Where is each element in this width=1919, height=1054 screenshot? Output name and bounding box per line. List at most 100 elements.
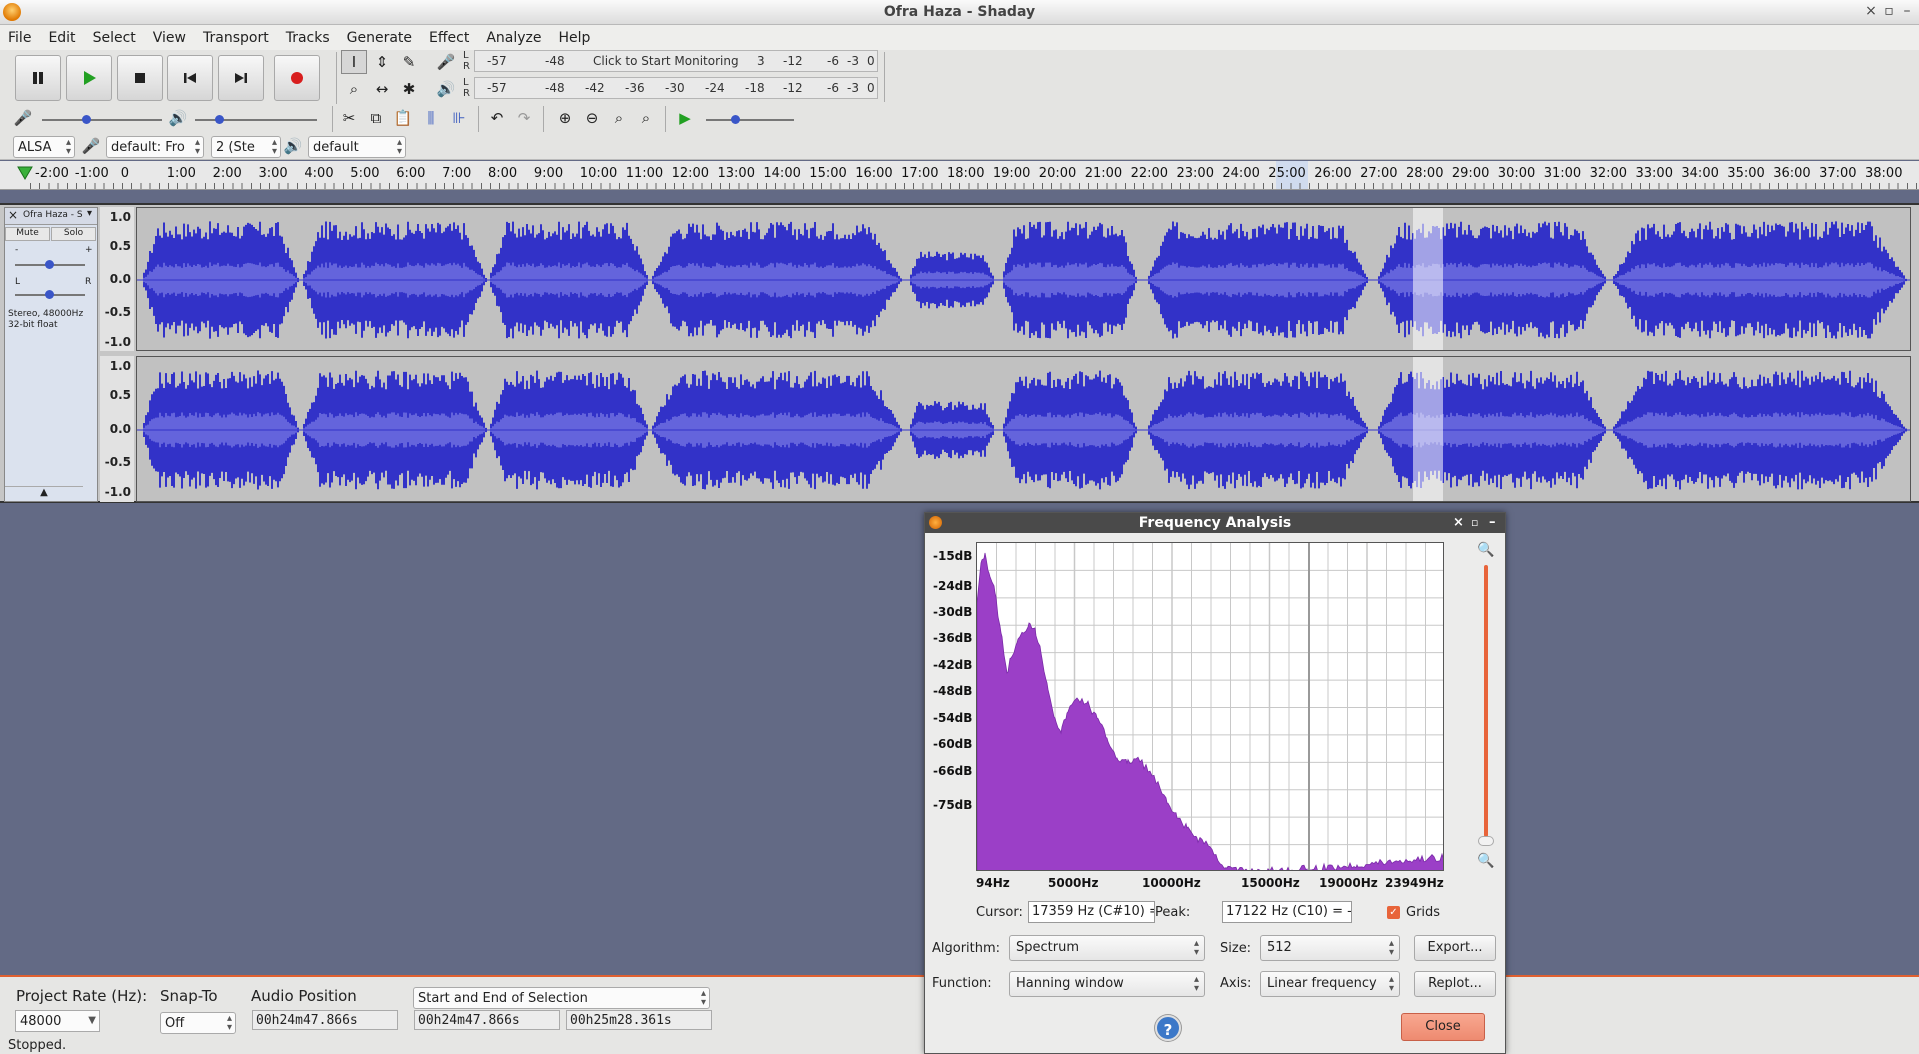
selection-end-time[interactable]: 00h25m28.361s [566, 1010, 712, 1030]
record-meter-button[interactable]: 🎤 [433, 50, 459, 74]
record-button[interactable] [274, 55, 320, 101]
menu-file[interactable]: File [0, 30, 40, 46]
copy-button[interactable]: ⧉ [363, 106, 389, 130]
pause-button[interactable] [15, 55, 61, 101]
menu-tracks[interactable]: Tracks [278, 30, 339, 46]
ruler-tick-label: 16:00 [855, 166, 893, 181]
spin-arrows-icon: ▴ ▾ [271, 137, 277, 157]
close-icon[interactable]: × [1862, 3, 1880, 19]
fit-selection-button[interactable]: ⌕ [606, 106, 632, 130]
selection-mode-select[interactable]: Start and End of Selection ▴ ▾ [413, 987, 710, 1009]
redo-button[interactable]: ↷ [511, 106, 537, 130]
audio-host-select[interactable]: ALSA ▴ ▾ [13, 136, 75, 158]
skip-to-start-button[interactable] [167, 55, 213, 101]
undo-button[interactable]: ↶ [484, 106, 510, 130]
skip-to-end-button[interactable] [218, 55, 264, 101]
draw-tool[interactable]: ✎ [396, 50, 422, 74]
click-to-start-monitoring[interactable]: Click to Start Monitoring [593, 54, 739, 68]
stop-button[interactable] [117, 55, 163, 101]
replot-button[interactable]: Replot... [1414, 971, 1496, 997]
menu-effect[interactable]: Effect [421, 30, 478, 46]
menu-analyze[interactable]: Analyze [478, 30, 550, 46]
minimize-icon[interactable]: – [1898, 3, 1916, 19]
slider-thumb[interactable] [45, 290, 54, 299]
multi-tool[interactable]: ✱ [396, 77, 422, 101]
selection-start-time[interactable]: 00h24m47.866s [414, 1010, 560, 1030]
track-menu-arrow-icon[interactable]: ▾ [87, 208, 92, 219]
menu-help[interactable]: Help [551, 30, 600, 46]
menu-generate[interactable]: Generate [339, 30, 421, 46]
close-button[interactable]: Close [1401, 1013, 1485, 1041]
channels-value: 2 (Ste [216, 140, 255, 155]
play-speed-slider[interactable] [706, 115, 794, 124]
slider-thumb[interactable] [731, 115, 740, 124]
dialog-close-icon[interactable]: × [1453, 513, 1464, 533]
slider-thumb[interactable] [82, 115, 91, 124]
vertical-zoom-slider[interactable] [1484, 565, 1488, 837]
playback-device-select[interactable]: default ▴ ▾ [308, 136, 406, 158]
zoom-out-button[interactable]: ⊖ [579, 106, 605, 130]
grids-checkbox[interactable]: ✓ [1387, 906, 1400, 919]
spectrum-plot[interactable] [976, 542, 1444, 871]
y-axis-label: -54dB [933, 711, 973, 725]
cut-button[interactable]: ✂ [336, 106, 362, 130]
algorithm-value: Spectrum [1016, 940, 1079, 955]
menu-view[interactable]: View [145, 30, 195, 46]
export-button[interactable]: Export... [1414, 935, 1496, 961]
collapse-arrow-icon: ▲ [40, 487, 48, 498]
selection-tool[interactable]: I [341, 50, 367, 74]
track-name-menu[interactable]: Ofra Haza - S [23, 210, 85, 220]
audio-position-time[interactable]: 00h24m47.866s [252, 1010, 398, 1030]
play-meter[interactable]: -57 -48 -42 -36 -30 -24 -18 -12 -6 -3 0 [474, 77, 878, 99]
zoom-tool[interactable]: ⌕ [341, 77, 367, 101]
solo-button[interactable]: Solo [51, 227, 96, 241]
mute-button[interactable]: Mute [5, 227, 50, 241]
microphone-icon: 🎤 [81, 137, 101, 155]
zoom-out-icon[interactable]: 🔍 [1477, 853, 1494, 869]
slider-thumb[interactable] [45, 260, 54, 269]
maximize-icon[interactable]: ▫ [1880, 3, 1898, 19]
dialog-maximize-icon[interactable]: ▫ [1471, 513, 1478, 533]
menu-edit[interactable]: Edit [40, 30, 84, 46]
channels-select[interactable]: 2 (Ste ▴ ▾ [211, 136, 281, 158]
menu-select[interactable]: Select [85, 30, 145, 46]
waveform-left-channel[interactable] [136, 207, 1911, 351]
ruler-tick-label: 22:00 [1130, 166, 1169, 181]
axis-select[interactable]: Linear frequency ▴ ▾ [1260, 971, 1400, 997]
waveform-right-channel[interactable] [136, 356, 1911, 502]
pan-slider[interactable] [15, 290, 85, 299]
timeline-ruler[interactable]: -2:00 -1:00 0 1:00 2:00 3:00 4:00 5:00 6:00 7:00 8… [0, 161, 1919, 190]
collapse-track-button[interactable]: ▲ [5, 486, 83, 501]
track-sample-format: 32-bit float [8, 320, 58, 330]
play-at-speed-button[interactable]: ▶ [672, 106, 698, 130]
dialog-minimize-icon[interactable]: – [1489, 513, 1496, 533]
project-rate-select[interactable]: 48000 ▼ [15, 1010, 100, 1032]
size-select[interactable]: 512 ▴ ▾ [1260, 935, 1400, 961]
function-select[interactable]: Hanning window ▴ ▾ [1009, 971, 1205, 997]
timeshift-tool[interactable]: ↔ [369, 77, 395, 101]
zoom-in-button[interactable]: ⊕ [552, 106, 578, 130]
multi-tool-icon: ✱ [402, 80, 416, 98]
track-close-icon[interactable]: × [8, 208, 18, 222]
envelope-tool[interactable]: ⇕ [369, 50, 395, 74]
recording-device-select[interactable]: default: Fro ▴ ▾ [106, 136, 204, 158]
record-meter[interactable]: -57 -48 Click to Start Monitoring 3 -12 … [474, 50, 878, 72]
paste-button[interactable]: 📋 [390, 106, 416, 130]
scale-tick: 1.0 [109, 359, 131, 373]
play-button[interactable] [66, 55, 112, 101]
menu-transport[interactable]: Transport [195, 30, 278, 46]
trim-button[interactable]: ⫼ [418, 106, 444, 130]
play-meter-button[interactable]: 🔊 [433, 77, 459, 101]
help-button[interactable]: ? [1155, 1015, 1181, 1041]
gain-slider[interactable] [15, 260, 85, 269]
snap-to-select[interactable]: Off ▴ ▾ [160, 1012, 236, 1034]
playback-volume-slider[interactable] [195, 115, 317, 124]
silence-button[interactable]: ⊪ [446, 106, 472, 130]
algorithm-select[interactable]: Spectrum ▴ ▾ [1009, 935, 1205, 961]
fit-project-button[interactable]: ⌕ [633, 106, 659, 130]
project-rate-label: Project Rate (Hz): [16, 987, 148, 1005]
recording-volume-slider[interactable] [42, 115, 162, 124]
zoom-in-icon[interactable]: 🔍 [1477, 542, 1494, 558]
vertical-zoom-thumb[interactable] [1478, 836, 1494, 846]
slider-thumb[interactable] [215, 115, 224, 124]
